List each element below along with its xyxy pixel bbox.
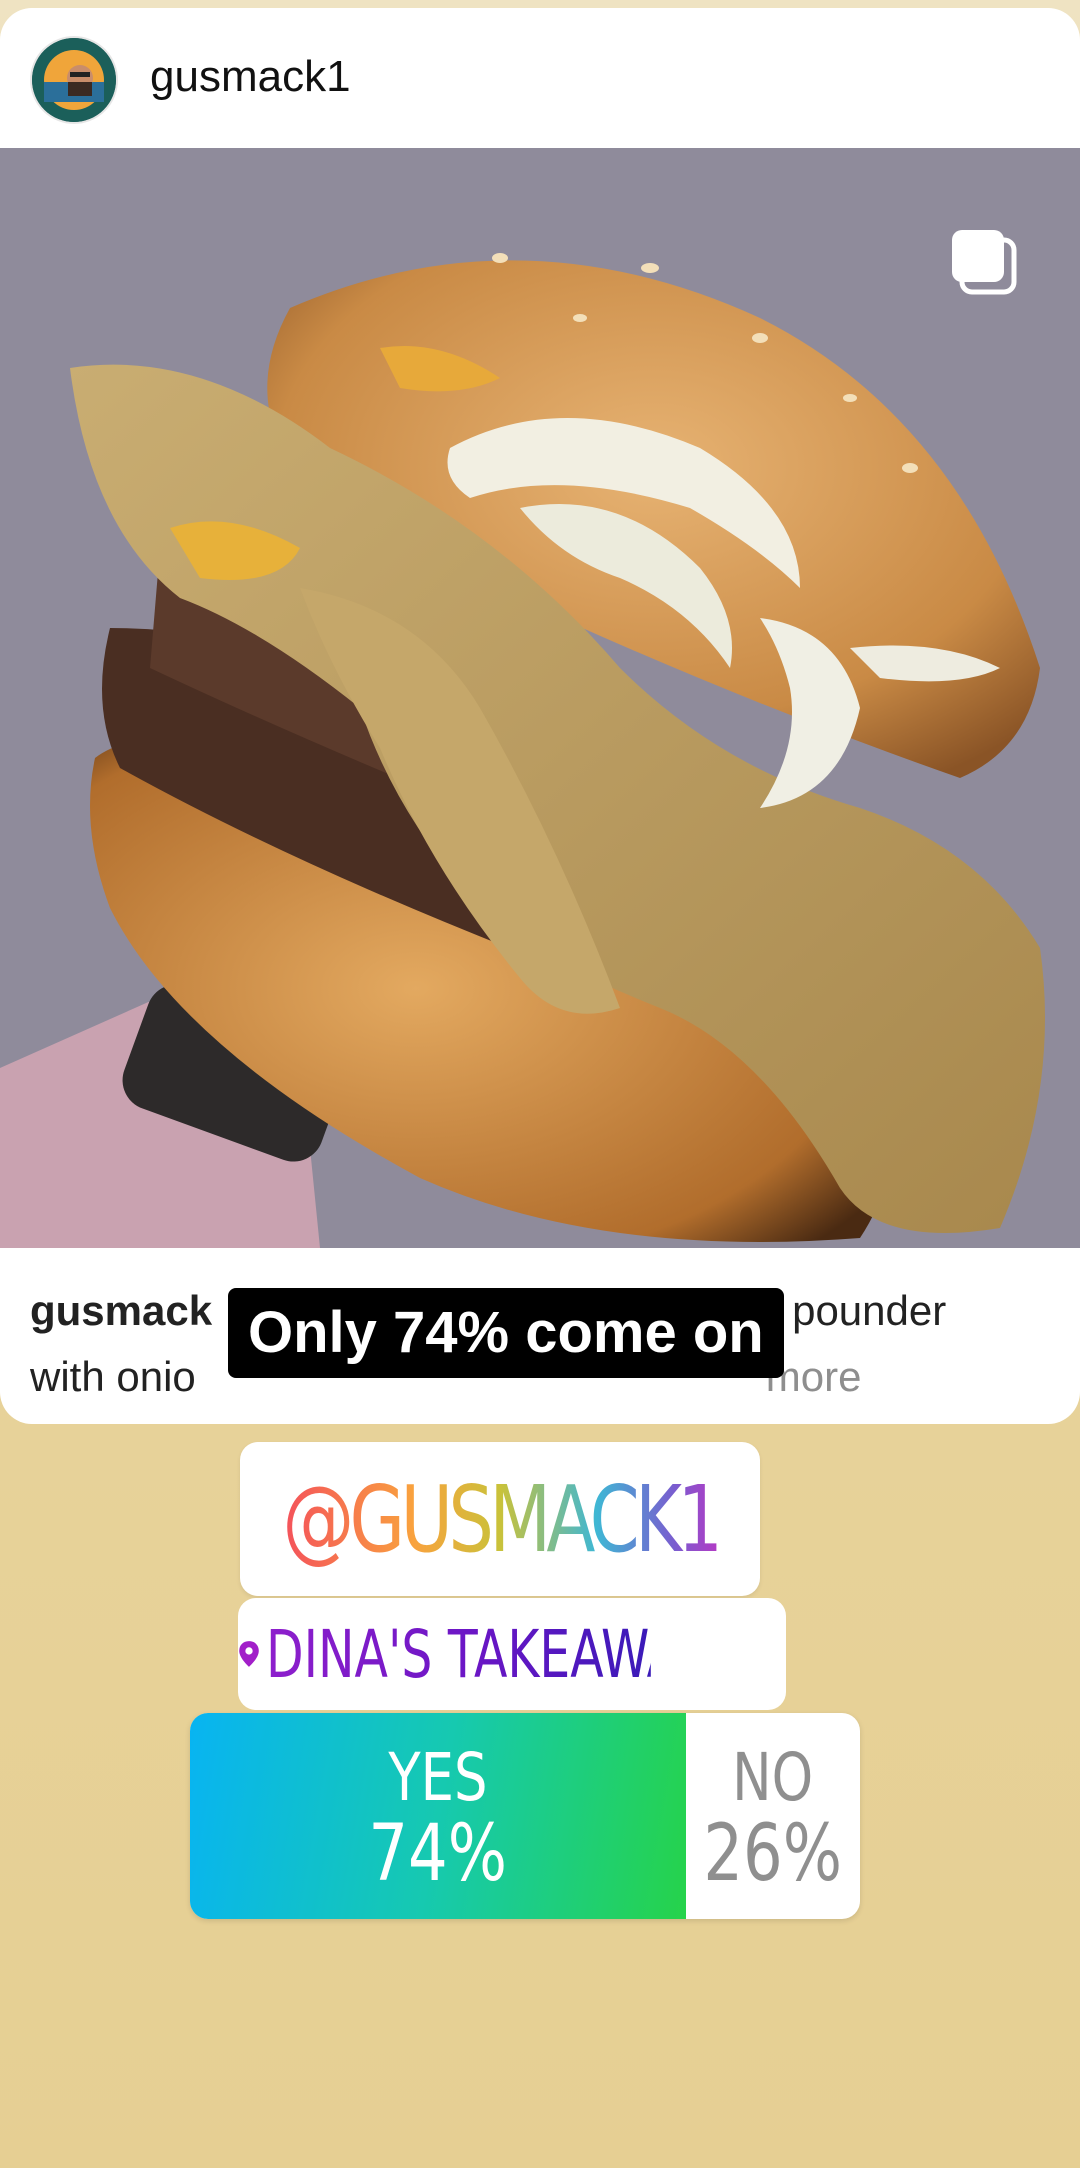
poll-no-label: NO — [732, 1739, 814, 1816]
mention-text: @GUSMACK1 — [282, 1465, 723, 1573]
story-text-overlay: Only 74% come on — [228, 1288, 784, 1378]
multiple-images-icon — [952, 230, 1017, 295]
location-text: DINA'S TAKEAWAY — [266, 1615, 707, 1693]
foodie-gusmack1-avatar-icon — [32, 38, 116, 122]
post-card: gusmack1 gusmack pounder with onio more — [0, 8, 1080, 1424]
mention-sticker[interactable]: @GUSMACK1 — [240, 1442, 760, 1596]
avatar[interactable] — [30, 36, 118, 124]
poll-option-no[interactable]: NO 26% — [686, 1713, 860, 1919]
poll-option-yes[interactable]: YES 74% — [190, 1713, 686, 1919]
location-sticker[interactable]: DINA'S TAKEAWAY — [238, 1598, 786, 1710]
poll-no-percent: 26% — [703, 1809, 843, 1899]
post-header: gusmack1 — [0, 8, 1080, 148]
caption-username[interactable]: gusmack — [30, 1287, 212, 1334]
post-image[interactable] — [0, 148, 1080, 1248]
post-username[interactable]: gusmack1 — [150, 52, 351, 102]
poll-sticker: YES 74% NO 26% — [190, 1713, 860, 1919]
location-pin-icon — [239, 1641, 259, 1667]
caption-line1-end: pounder — [792, 1287, 947, 1334]
caption-line2-start: with onio — [30, 1353, 196, 1400]
poll-yes-label: YES — [388, 1739, 488, 1816]
burger-photo — [0, 148, 1080, 1248]
poll-yes-percent: 74% — [368, 1809, 508, 1899]
